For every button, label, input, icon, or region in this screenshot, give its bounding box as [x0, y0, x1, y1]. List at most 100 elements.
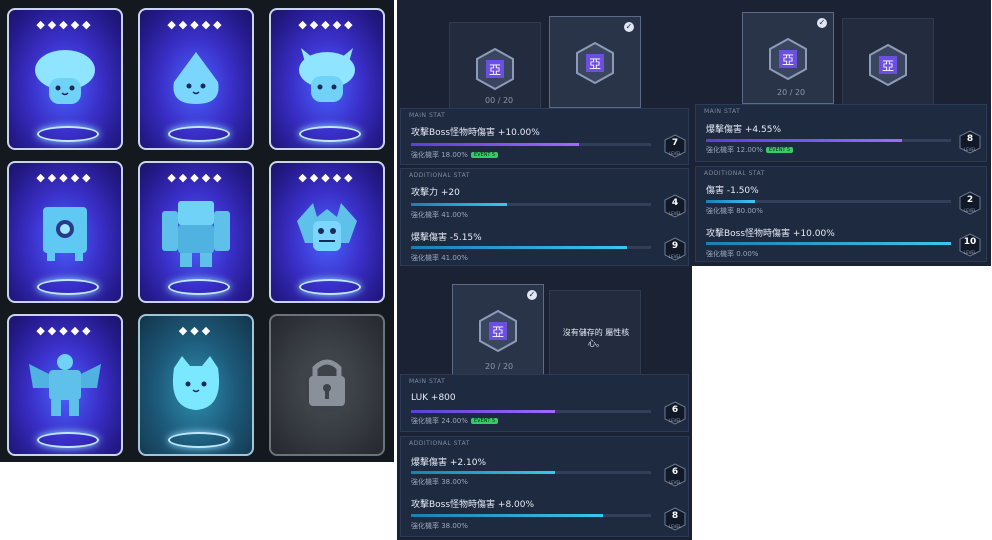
star-rating: ◆◆◆◆◆ — [167, 171, 225, 184]
main-stat-value: LUK +800 — [411, 393, 456, 403]
core-count: 00 / 20 — [485, 96, 514, 105]
level-badge: 8 LEVEL — [664, 507, 686, 531]
balrog-icon — [297, 203, 357, 251]
core-slot-2-selected[interactable]: ✓ 亞 — [549, 16, 641, 108]
pedestal-ring — [37, 279, 99, 295]
core-hex-icon: 亞 — [479, 309, 517, 353]
core-panel-a: 亞 ✓ 亞 00 / 20 MAIN STAT 攻擊Boss怪物時傷害 +10.… — [397, 0, 692, 270]
robot-icon — [29, 354, 101, 416]
main-stat-section: MAIN STAT 爆擊傷害 +4.55% 強化機率 12.00% EVENT 5… — [695, 104, 987, 162]
svg-text:亞: 亞 — [492, 325, 504, 339]
monster-card-4[interactable]: ◆◆◆◆◆ — [7, 161, 123, 303]
pedestal-ring — [168, 279, 230, 295]
additional-stat-bar — [706, 242, 951, 245]
additional-stat-value: 爆擊傷害 -5.15% — [411, 233, 482, 243]
main-stat-value: 攻擊Boss怪物時傷害 +10.00% — [411, 128, 540, 138]
pedestal-ring — [37, 126, 99, 142]
check-icon: ✓ — [624, 22, 634, 32]
additional-stat-bar — [411, 203, 651, 206]
check-icon: ✓ — [817, 18, 827, 28]
main-stat-bar — [411, 143, 651, 146]
core-hex-icon: 亞 — [476, 47, 514, 91]
core-hex-icon: 亞 — [576, 41, 614, 85]
monster-card-8[interactable]: ◆◆◆ — [138, 314, 254, 456]
event-badge: EVENT 5 — [470, 152, 499, 158]
event-badge: EVENT 5 — [470, 418, 499, 424]
monster-card-1[interactable]: ◆◆◆◆◆ — [7, 8, 123, 150]
additional-stat-bar — [411, 471, 651, 474]
additional-stat-rate: 強化機率 80.00% — [706, 207, 763, 215]
core-panel-b: ✓ 亞 亞 20 / 20 MAIN STAT 爆擊傷害 +4.55% 強化機率… — [692, 0, 991, 266]
core-count: 20 / 20 — [485, 362, 514, 371]
level-badge: 10 LEVEL — [959, 233, 981, 257]
additional-stat-rate: 強化機率 38.00% — [411, 478, 468, 486]
additional-stat-rate: 強化機率 41.00% — [411, 254, 468, 262]
main-stat-bar — [411, 410, 651, 413]
main-stat-value: 爆擊傷害 +4.55% — [706, 125, 781, 135]
star-rating: ◆◆◆◆◆ — [298, 18, 356, 31]
level-badge: 2 LEVEL — [959, 191, 981, 215]
additional-stat-bar — [411, 514, 651, 517]
pedestal-ring — [168, 126, 230, 142]
monster-card-3[interactable]: ◆◆◆◆◆ — [269, 8, 385, 150]
cat-slime-icon — [172, 356, 220, 410]
additional-stat-value: 爆擊傷害 +2.10% — [411, 458, 486, 468]
pedestal-ring — [168, 432, 230, 448]
main-stat-rate: 強化機率 18.00% EVENT 5 — [411, 150, 499, 160]
pedestal-ring — [37, 432, 99, 448]
main-stat-section: MAIN STAT LUK +800 強化機率 24.00% EVENT 5 6L… — [400, 374, 689, 432]
section-title: MAIN STAT — [704, 108, 741, 115]
level-badge: 4 LEVEL — [664, 194, 686, 218]
core-hex-icon: 亞 — [769, 37, 807, 81]
stone-golem-icon — [162, 201, 230, 267]
star-rating: ◆◆◆ — [178, 324, 214, 337]
empty-slot-text: 沒有儲存的 屬性核心。 — [562, 328, 630, 348]
section-title: ADDITIONAL STAT — [409, 172, 470, 179]
monster-card-7[interactable]: ◆◆◆◆◆ — [7, 314, 123, 456]
monster-card-2[interactable]: ◆◆◆◆◆ — [138, 8, 254, 150]
additional-stat-rate: 強化機率 38.00% — [411, 522, 468, 530]
section-title: MAIN STAT — [409, 112, 446, 119]
main-stat-section: MAIN STAT 攻擊Boss怪物時傷害 +10.00% 強化機率 18.00… — [400, 108, 689, 165]
svg-text:亞: 亞 — [882, 59, 894, 73]
level-badge: 7 LEVEL — [664, 134, 686, 158]
svg-text:亞: 亞 — [589, 57, 601, 71]
section-title: ADDITIONAL STAT — [409, 440, 470, 447]
additional-stat-bar — [411, 246, 651, 249]
additional-stat-section: ADDITIONAL STAT 爆擊傷害 +2.10% 強化機率 38.00% … — [400, 436, 689, 537]
star-rating: ◆◆◆◆◆ — [298, 171, 356, 184]
check-icon: ✓ — [527, 290, 537, 300]
level-badge: 9 LEVEL — [664, 237, 686, 261]
pedestal-ring — [299, 126, 361, 142]
additional-stat-value: 攻擊Boss怪物時傷害 +8.00% — [411, 500, 535, 510]
monster-card-6[interactable]: ◆◆◆◆◆ — [269, 161, 385, 303]
additional-stat-bar — [706, 200, 951, 203]
svg-text:亞: 亞 — [489, 63, 501, 77]
block-golem-icon — [43, 207, 87, 261]
additional-stat-value: 攻擊力 +20 — [411, 188, 460, 198]
monster-card-5[interactable]: ◆◆◆◆◆ — [138, 161, 254, 303]
additional-stat-section: ADDITIONAL STAT 攻擊力 +20 強化機率 41.00% 4 LEV… — [400, 168, 689, 266]
svg-text:亞: 亞 — [782, 53, 794, 67]
monster-card-grid: ◆◆◆◆◆ ◆◆◆◆◆ ◆◆◆◆◆ ◆◆◆◆◆ ◆◆◆◆◆ ◆◆◆◆◆ ◆◆◆◆… — [0, 0, 394, 462]
core-slot-2[interactable]: 亞 — [842, 18, 934, 110]
event-badge: EVENT 5 — [765, 147, 794, 153]
lock-icon — [299, 356, 355, 412]
additional-stat-value: 傷害 -1.50% — [706, 186, 759, 196]
main-stat-rate: 強化機率 12.00% EVENT 5 — [706, 145, 794, 155]
monster-card-locked[interactable] — [269, 314, 385, 456]
additional-stat-rate: 強化機率 0.00% — [706, 250, 759, 258]
empty-core-slot[interactable]: 沒有儲存的 屬性核心。 — [549, 290, 641, 382]
level-badge: 8 LEVEL — [959, 130, 981, 154]
mushroom-icon — [35, 50, 95, 104]
star-rating: ◆◆◆◆◆ — [167, 18, 225, 31]
section-title: ADDITIONAL STAT — [704, 170, 765, 177]
main-stat-bar — [706, 139, 951, 142]
additional-stat-rate: 強化機率 41.00% — [411, 211, 468, 219]
section-title: MAIN STAT — [409, 378, 446, 385]
additional-stat-section: ADDITIONAL STAT 傷害 -1.50% 強化機率 80.00% 2L… — [695, 166, 987, 262]
core-count: 20 / 20 — [777, 88, 806, 97]
horned-mushroom-icon — [299, 48, 355, 102]
level-badge: 6 LEVEL — [664, 463, 686, 487]
slime-icon — [173, 52, 219, 104]
